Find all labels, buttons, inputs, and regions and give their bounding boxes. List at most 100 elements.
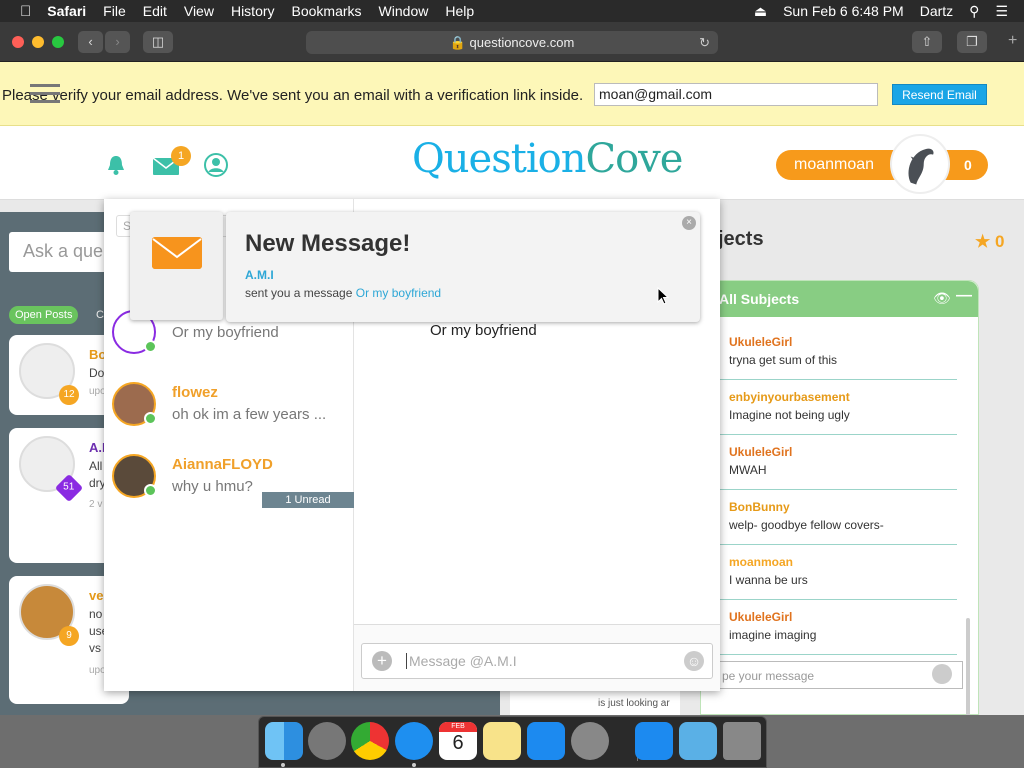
web-page: Please verify your email address. We've … xyxy=(0,62,1024,715)
zoom-window-button[interactable] xyxy=(52,36,64,48)
calendar-icon[interactable]: FEB 6 xyxy=(439,722,477,760)
trophy-icon: ★ xyxy=(975,232,991,251)
notes-icon[interactable] xyxy=(483,722,521,760)
chat-author[interactable]: UkuleleGirl xyxy=(729,610,792,624)
mail-count-badge: 1 xyxy=(171,146,191,166)
message-input[interactable]: + Message @A.M.I ☺ xyxy=(361,643,713,679)
feed-filter-partial[interactable]: C xyxy=(96,309,104,321)
chat-message-item: BonBunny welp- goodbye fellow covers- xyxy=(719,490,957,545)
spotlight-icon[interactable]: ⚲ xyxy=(969,3,979,20)
app-store-icon[interactable] xyxy=(527,722,565,760)
launchpad-icon[interactable] xyxy=(308,722,346,760)
bell-icon[interactable] xyxy=(106,154,126,176)
menubar-user[interactable]: Dartz xyxy=(920,3,953,19)
feed-author: ve xyxy=(89,588,104,603)
username-label: moanmoan xyxy=(794,156,875,173)
back-button[interactable]: ‹ xyxy=(78,31,103,53)
subjects-scrollbar[interactable] xyxy=(966,618,970,715)
toast-sender[interactable]: A.M.I xyxy=(245,268,274,282)
message-compose-bar: + Message @A.M.I ☺ xyxy=(354,624,720,691)
menu-view[interactable]: View xyxy=(184,3,214,19)
feed-text: Do xyxy=(89,366,105,380)
url-text: questioncove.com xyxy=(469,35,575,50)
chat-author[interactable]: BonBunny xyxy=(729,500,790,514)
finder-icon[interactable] xyxy=(265,722,303,760)
chat-author[interactable]: enbyinyourbasement xyxy=(729,390,850,404)
site-logo[interactable]: QuestionCove xyxy=(412,136,683,182)
logo-cove-text: Cove xyxy=(585,136,683,182)
site-header: 1 QuestionCove moanmoan 0 xyxy=(0,126,1024,200)
subjects-chat-title: All Subjects xyxy=(719,291,800,307)
new-tab-icon[interactable]: + xyxy=(1008,32,1017,50)
running-indicator xyxy=(281,763,285,767)
chat-message-item: UkuleleGirl tryna get sum of this xyxy=(719,325,957,380)
apple-menu-icon[interactable]:  xyxy=(20,3,31,20)
chat-text: tryna get sum of this xyxy=(729,353,838,367)
close-icon[interactable]: × xyxy=(682,216,696,230)
chat-author[interactable]: moanmoan xyxy=(729,555,793,569)
menu-history[interactable]: History xyxy=(231,3,275,19)
logo-question-text: Question xyxy=(412,136,586,182)
user-avatar[interactable] xyxy=(890,134,950,194)
conversation-item[interactable]: flowez oh ok im a few years ... xyxy=(104,376,354,442)
menubar-clock[interactable]: Sun Feb 6 6:48 PM xyxy=(783,3,904,19)
resend-email-button[interactable]: Resend Email xyxy=(892,84,987,105)
app-store-downloads-icon[interactable] xyxy=(635,722,673,760)
feed-level-value: 51 xyxy=(63,482,75,493)
unread-message-badge[interactable]: 1 Unread Message xyxy=(262,492,354,522)
tabs-overview-icon[interactable]: ❐ xyxy=(957,31,987,53)
emoji-icon[interactable] xyxy=(932,664,952,684)
lock-icon: 🔒 xyxy=(449,35,466,50)
emoji-icon[interactable]: ☺ xyxy=(684,651,704,671)
chat-text: MWAH xyxy=(729,463,767,477)
toast-text: sent you a message Or my boyfriend xyxy=(245,286,441,300)
open-posts-tab[interactable]: Open Posts xyxy=(9,306,79,324)
new-message-toast[interactable]: New Message! A.M.I sent you a message Or… xyxy=(130,212,700,322)
chrome-icon[interactable] xyxy=(351,722,389,760)
chat-message-item: UkuleleGirl MWAH xyxy=(719,435,957,490)
control-center-icon[interactable]: ☰ xyxy=(995,3,1008,20)
menu-window[interactable]: Window xyxy=(379,3,429,19)
share-icon[interactable]: ⇧ xyxy=(912,31,942,53)
message-input-placeholder: Message @A.M.I xyxy=(406,653,517,669)
add-attachment-icon[interactable]: + xyxy=(372,651,392,671)
user-points: 0 xyxy=(964,157,972,173)
chat-message-item: enbyinyourbasement Imagine not being ugly xyxy=(719,380,957,435)
verify-email-field[interactable]: moan@gmail.com xyxy=(594,83,878,106)
toast-title: New Message! xyxy=(245,230,411,257)
menu-help[interactable]: Help xyxy=(445,3,474,19)
forward-button[interactable]: › xyxy=(105,31,130,53)
chat-author[interactable]: UkuleleGirl xyxy=(729,335,792,349)
toast-message-link[interactable]: Or my boyfriend xyxy=(356,286,441,300)
safari-toolbar: ‹ › ◫ 🔒 questioncove.com ↻ ⇧ ❐ + xyxy=(0,22,1024,62)
subjects-chat-header[interactable]: All Subjects 👁 — xyxy=(701,281,978,317)
minimize-window-button[interactable] xyxy=(32,36,44,48)
subjects-message-input[interactable]: pe your message xyxy=(715,661,963,689)
menu-bookmarks[interactable]: Bookmarks xyxy=(292,3,362,19)
menu-edit[interactable]: Edit xyxy=(143,3,167,19)
feed-meta: 2 v xyxy=(89,499,103,510)
hamburger-menu-icon[interactable] xyxy=(30,84,60,108)
feed-bottom-snippet: is just looking ar xyxy=(598,698,670,709)
chat-text: I wanna be urs xyxy=(729,573,808,587)
trash-icon[interactable] xyxy=(723,722,761,760)
menu-safari[interactable]: Safari xyxy=(47,3,86,19)
chat-author[interactable]: UkuleleGirl xyxy=(729,445,792,459)
conversation-preview: oh ok im a few years ... xyxy=(172,406,327,423)
profile-icon[interactable] xyxy=(204,153,228,177)
minimize-icon[interactable]: — xyxy=(956,287,972,305)
dolphin-avatar-icon xyxy=(908,148,934,185)
system-preferences-icon[interactable] xyxy=(571,722,609,760)
safari-icon[interactable] xyxy=(395,722,433,760)
sidebar-toggle-icon[interactable]: ◫ xyxy=(143,31,173,53)
menu-file[interactable]: File xyxy=(103,3,126,19)
user-pill[interactable]: moanmoan 0 xyxy=(776,150,988,180)
toast-sent-prefix: sent you a message xyxy=(245,286,353,300)
eject-icon[interactable]: ⏏ xyxy=(754,3,767,20)
close-window-button[interactable] xyxy=(12,36,24,48)
calendar-day: 6 xyxy=(452,732,464,754)
reload-icon[interactable]: ↻ xyxy=(699,31,710,54)
downloads-folder-icon[interactable] xyxy=(679,722,717,760)
hide-eye-icon[interactable]: 👁 xyxy=(933,290,951,307)
address-bar[interactable]: 🔒 questioncove.com ↻ xyxy=(306,31,718,54)
